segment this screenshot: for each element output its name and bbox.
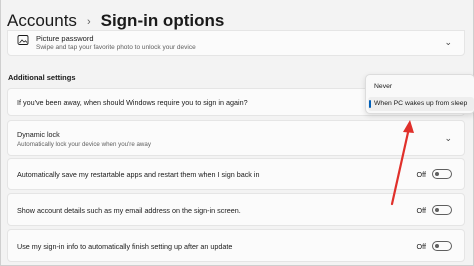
additional-settings-heading: Additional settings (8, 73, 76, 82)
image-icon (17, 35, 29, 45)
account-details-toggle[interactable] (432, 205, 452, 215)
finish-setup-toggle-group: Off (417, 241, 452, 251)
toggle-knob (435, 208, 439, 212)
chevron-down-icon[interactable]: ⌄ (444, 133, 452, 144)
selection-indicator (369, 100, 371, 108)
finish-setup-label: Use my sign-in info to automatically fin… (17, 242, 233, 251)
dynamic-lock-description: Automatically lock your device when you'… (17, 141, 151, 148)
account-details-label: Show account details such as my email ad… (17, 206, 241, 215)
toggle-state-label: Off (416, 241, 426, 251)
breadcrumb-accounts-link[interactable]: Accounts (7, 11, 77, 31)
dropdown-option-never[interactable]: Never (374, 83, 392, 90)
chevron-right-icon: › (86, 16, 91, 28)
require-sign-in-label: If you've been away, when should Windows… (17, 98, 248, 107)
picture-password-title: Picture password (36, 34, 94, 43)
account-details-toggle-group: Off (417, 205, 452, 215)
toggle-knob (435, 172, 439, 176)
annotation-arrow-icon (390, 120, 414, 206)
picture-password-description: Swipe and tap your favorite photo to unl… (36, 44, 196, 51)
finish-setup-row: Use my sign-in info to automatically fin… (7, 229, 465, 262)
dynamic-lock-title: Dynamic lock (17, 130, 60, 139)
dropdown-option-wake-from-sleep[interactable]: When PC wakes up from sleep (374, 100, 467, 107)
page-title: Sign-in options (100, 11, 225, 30)
chevron-down-icon[interactable]: ⌄ (444, 37, 452, 48)
restart-apps-label: Automatically save my restartable apps a… (17, 170, 260, 179)
restart-apps-toggle-group: Off (417, 169, 452, 179)
toggle-knob (435, 244, 439, 248)
restart-apps-toggle[interactable] (432, 169, 452, 179)
require-sign-in-dropdown[interactable]: Never When PC wakes up from sleep (365, 74, 474, 114)
finish-setup-toggle[interactable] (432, 241, 452, 251)
picture-password-card[interactable]: Picture password Swipe and tap your favo… (7, 30, 465, 56)
